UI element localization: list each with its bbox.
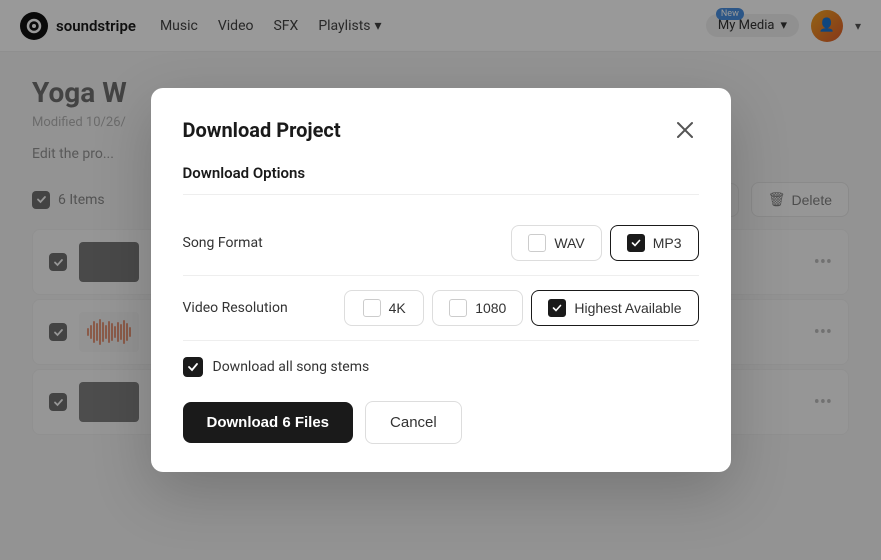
mp3-label: MP3 — [653, 235, 682, 251]
modal-close-button[interactable] — [671, 116, 699, 144]
song-format-row: Song Format WAV — [183, 211, 699, 276]
video-resolution-options: 4K 1080 — [344, 290, 698, 326]
download-button[interactable]: Download 6 Files — [183, 402, 354, 443]
cancel-button[interactable]: Cancel — [365, 401, 462, 444]
download-modal: Download Project Download Options Song F… — [151, 88, 731, 472]
modal-overlay: Download Project Download Options Song F… — [0, 0, 881, 560]
1080-checkbox-icon — [449, 299, 467, 317]
stems-label: Download all song stems — [213, 359, 370, 375]
highest-available-option-button[interactable]: Highest Available — [531, 290, 698, 326]
modal-actions: Download 6 Files Cancel — [183, 401, 699, 444]
modal-header: Download Project — [183, 116, 699, 144]
mp3-checkbox-icon — [627, 234, 645, 252]
stems-checkbox[interactable] — [183, 357, 203, 377]
section-title: Download Options — [183, 164, 699, 195]
4k-label: 4K — [389, 300, 406, 316]
wav-label: WAV — [554, 235, 584, 251]
modal-title: Download Project — [183, 118, 341, 142]
highest-checkbox-icon — [548, 299, 566, 317]
highest-label: Highest Available — [574, 300, 681, 316]
wav-option-button[interactable]: WAV — [511, 225, 601, 261]
4k-checkbox-icon — [363, 299, 381, 317]
video-resolution-row: Video Resolution 4K — [183, 276, 699, 341]
video-resolution-label: Video Resolution — [183, 300, 288, 316]
song-format-label: Song Format — [183, 235, 263, 251]
1080-label: 1080 — [475, 300, 506, 316]
stems-row: Download all song stems — [183, 341, 699, 397]
mp3-option-button[interactable]: MP3 — [610, 225, 699, 261]
4k-option-button[interactable]: 4K — [344, 290, 424, 326]
song-format-options: WAV MP3 — [511, 225, 698, 261]
wav-checkbox-icon — [528, 234, 546, 252]
1080-option-button[interactable]: 1080 — [432, 290, 523, 326]
